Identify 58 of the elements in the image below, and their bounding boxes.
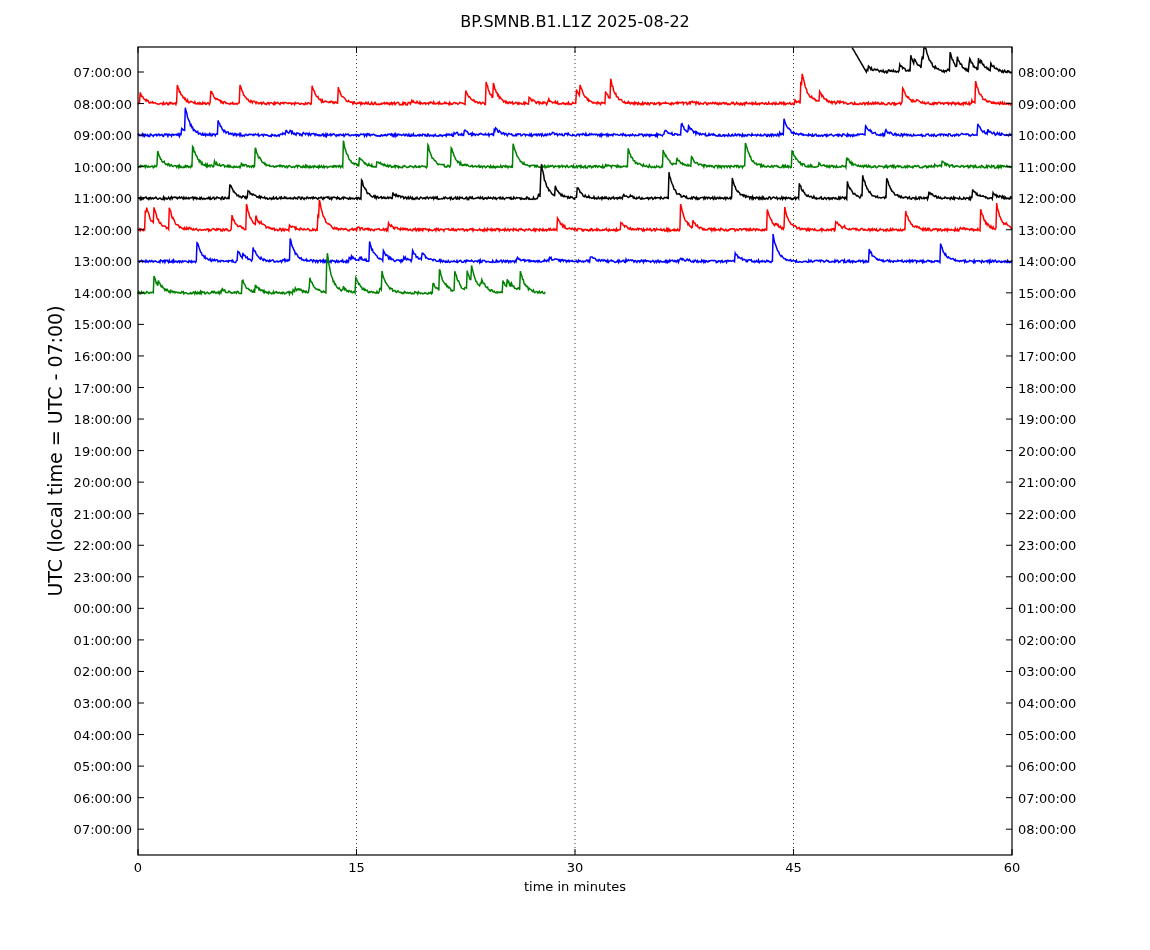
y-tick-label: 05:00:00	[1018, 727, 1077, 743]
y-tick-label: 23:00:00	[1018, 538, 1077, 554]
y-tick-label: 00:00:00	[73, 601, 132, 617]
y-tick-label: 12:00:00	[1018, 191, 1077, 207]
y-tick-label: 02:00:00	[73, 664, 132, 680]
y-tick-label: 07:00:00	[73, 65, 132, 80]
y-tick-label: 08:00:00	[73, 96, 132, 112]
y-tick-label: 02:00:00	[1018, 632, 1077, 648]
x-tick-label: 45	[785, 860, 802, 875]
y-tick-label: 10:00:00	[73, 159, 132, 175]
y-tick-label: 17:00:00	[73, 380, 132, 396]
y-tick-label: 01:00:00	[1018, 601, 1077, 617]
y-tick-label: 23:00:00	[73, 569, 132, 585]
y-tick-label: 20:00:00	[1018, 443, 1077, 459]
y-tick-label: 19:00:00	[1018, 412, 1077, 428]
y-tick-label: 06:00:00	[73, 790, 132, 806]
chart-title: BP.SMNB.B1.L1Z 2025-08-22	[460, 12, 690, 31]
x-tick-label: 60	[1003, 860, 1021, 875]
y-tick-label: 06:00:00	[1018, 759, 1077, 775]
y-tick-label: 01:00:00	[73, 632, 132, 648]
y-tick-label: 13:00:00	[73, 254, 132, 270]
x-tick-label: 0	[133, 860, 143, 875]
y-tick-label: 18:00:00	[1018, 380, 1077, 396]
y-tick-label: 21:00:00	[1018, 475, 1077, 491]
y-tick-label: 20:00:00	[73, 475, 132, 491]
x-axis-label: time in minutes	[523, 879, 627, 894]
y-tick-label: 11:00:00	[1018, 159, 1077, 175]
y-tick-label: 04:00:00	[1018, 696, 1077, 711]
y-tick-label: 19:00:00	[73, 443, 132, 459]
y-tick-label: 12:00:00	[73, 222, 132, 238]
y-tick-label: 17:00:00	[1018, 348, 1077, 364]
x-tick-label: 30	[566, 860, 584, 875]
y-tick-label: 08:00:00	[1018, 65, 1077, 80]
y-tick-label: 22:00:00	[73, 538, 132, 554]
y-tick-label: 10:00:00	[1018, 128, 1077, 144]
y-tick-label: 09:00:00	[73, 128, 132, 144]
y-tick-label: 00:00:00	[1018, 569, 1077, 585]
y-tick-label: 03:00:00	[73, 696, 132, 711]
y-tick-label: 15:00:00	[1018, 285, 1077, 301]
y-tick-label: 18:00:00	[73, 412, 132, 428]
x-tick-label: 15	[348, 860, 365, 875]
y-tick-label: 11:00:00	[73, 191, 132, 207]
y-tick-label: 04:00:00	[73, 727, 132, 743]
y-tick-label: 03:00:00	[1018, 664, 1077, 680]
y-tick-label: 16:00:00	[1018, 317, 1077, 333]
y-tick-label: 09:00:00	[1018, 96, 1077, 112]
y-tick-label: 05:00:00	[73, 759, 132, 775]
y-tick-label: 21:00:00	[73, 506, 132, 522]
y-tick-label: 16:00:00	[73, 348, 132, 364]
y-tick-label: 07:00:00	[1018, 790, 1077, 806]
y-tick-label: 08:00:00	[1018, 822, 1077, 838]
y-tick-label: 15:00:00	[73, 317, 132, 333]
y-tick-label: 07:00:00	[73, 822, 132, 838]
y-tick-label: 14:00:00	[73, 285, 132, 301]
y-tick-label: 13:00:00	[1018, 222, 1077, 238]
y-tick-label: 14:00:00	[1018, 254, 1077, 270]
y-axis-label: UTC (local time = UTC - 07:00)	[44, 305, 66, 597]
y-tick-label: 22:00:00	[1018, 506, 1077, 522]
